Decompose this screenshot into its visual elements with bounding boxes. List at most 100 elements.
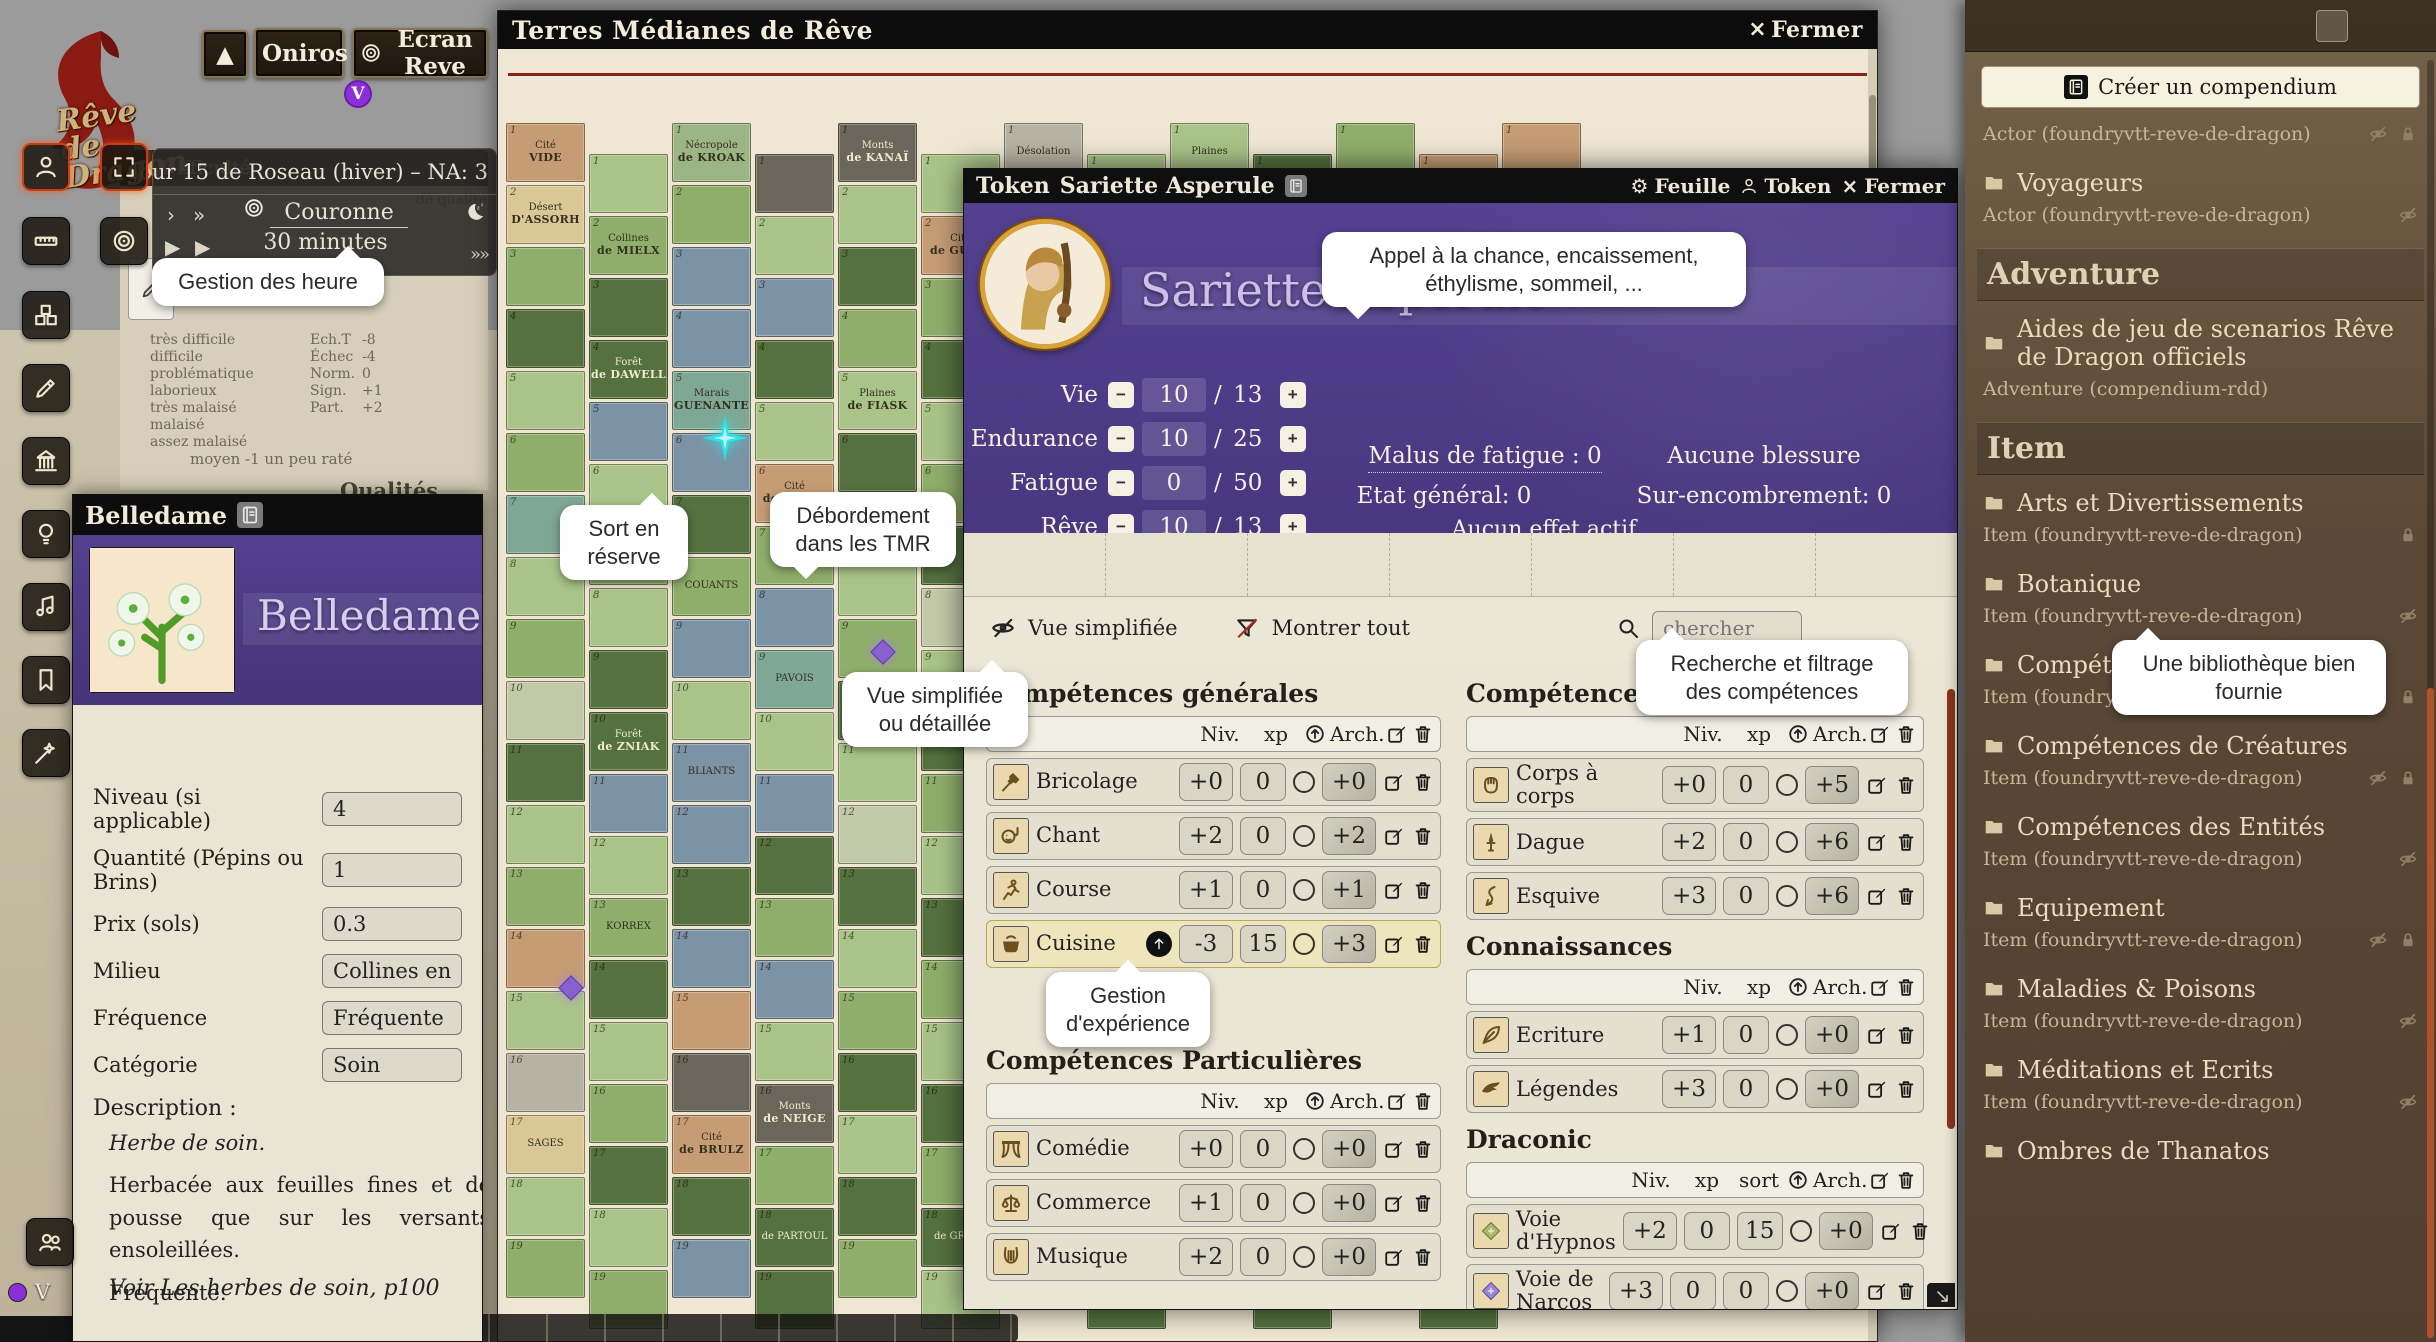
- map-close-button[interactable]: ×Fermer: [1748, 17, 1863, 43]
- eye-slash-icon[interactable]: [2398, 606, 2418, 626]
- tmr-cell[interactable]: 17: [838, 1115, 917, 1174]
- tmr-cell[interactable]: 16Montsde NEIGE: [755, 1084, 834, 1143]
- eye-slash-icon[interactable]: [2398, 849, 2418, 869]
- field-input[interactable]: [322, 1048, 462, 1082]
- compendium-folder[interactable]: Compétences des Entités: [1977, 799, 2424, 843]
- trash-icon[interactable]: [1895, 885, 1917, 907]
- skill-row[interactable]: Comédie +0 0 +0: [986, 1125, 1441, 1173]
- skill-xp-input[interactable]: 0: [1240, 817, 1286, 855]
- tmr-cell[interactable]: 10: [506, 681, 585, 740]
- import-book-icon[interactable]: [237, 502, 263, 528]
- skill-xp-input[interactable]: 0: [1723, 1016, 1769, 1054]
- skill-niv-input[interactable]: +2: [1662, 823, 1716, 861]
- tmr-cell[interactable]: 12: [589, 836, 668, 895]
- skill-roll-circle[interactable]: [1293, 825, 1315, 847]
- tmr-cell[interactable]: 18: [838, 1177, 917, 1236]
- tmr-cell[interactable]: 1CitéVIDE: [506, 123, 585, 182]
- skill-niv-input[interactable]: -3: [1179, 925, 1233, 963]
- tmr-cell[interactable]: 13: [672, 867, 751, 926]
- tmr-cell[interactable]: 15: [672, 991, 751, 1050]
- tmr-cell[interactable]: 11: [506, 743, 585, 802]
- sheet-tab[interactable]: [1389, 533, 1531, 596]
- edit-icon[interactable]: [1866, 1078, 1888, 1100]
- tmr-cell[interactable]: 18de PARTOUL: [755, 1208, 834, 1267]
- skill-roll-circle[interactable]: [1776, 885, 1798, 907]
- field-input[interactable]: [322, 907, 462, 941]
- tmr-cell[interactable]: 12: [838, 805, 917, 864]
- skill-niv-input[interactable]: +2: [1179, 1238, 1233, 1276]
- tmr-cell[interactable]: 1: [755, 154, 834, 213]
- sheet-scrollbar[interactable]: [1947, 689, 1955, 1129]
- edit-icon[interactable]: [1383, 825, 1405, 847]
- eye-slash-icon[interactable]: [2368, 930, 2388, 950]
- lock-icon[interactable]: [2398, 124, 2418, 144]
- tmr-cell[interactable]: 1Montsde KANAÏ: [838, 123, 917, 182]
- skill-sort-input[interactable]: 0: [1723, 1272, 1769, 1309]
- skill-niv-input[interactable]: +2: [1179, 817, 1233, 855]
- sheet-close-button[interactable]: × Fermer: [1841, 174, 1945, 198]
- skill-row[interactable]: Corps à corps +0 0 +5: [1466, 758, 1924, 812]
- stat-minus-button[interactable]: −: [1108, 470, 1134, 496]
- compendium-pack[interactable]: Adventure (compendium-rdd): [1977, 373, 2424, 410]
- tmr-cell[interactable]: 1: [589, 154, 668, 213]
- players-list-button[interactable]: [26, 1218, 74, 1266]
- lock-icon[interactable]: [2398, 768, 2418, 788]
- calendar-panel[interactable]: Jour 15 de Roseau (hiver) – NA: 3 ⚙ › » …: [152, 148, 497, 276]
- edit-icon[interactable]: [1869, 976, 1891, 998]
- tmr-cell[interactable]: 16: [506, 1053, 585, 1112]
- scene-nav-oniros[interactable]: Oniros: [254, 28, 344, 78]
- skill-row[interactable]: Ecriture +1 0 +0: [1466, 1011, 1924, 1059]
- skill-row[interactable]: Esquive +3 0 +6: [1466, 872, 1924, 920]
- skill-arch-value[interactable]: +0: [1805, 1272, 1859, 1309]
- sheet-tab[interactable]: [964, 533, 1105, 596]
- compendium-folder[interactable]: Arts et Divertissements: [1977, 475, 2424, 519]
- skill-roll-circle[interactable]: [1293, 933, 1315, 955]
- add-skill-icon[interactable]: [1304, 723, 1326, 745]
- belledame-image[interactable]: [89, 547, 235, 693]
- compendium-folder[interactable]: Ombres de Thanatos: [1977, 1123, 2424, 1167]
- filter-slash-icon[interactable]: [1234, 615, 1260, 641]
- show-all-toggle[interactable]: Montrer tout: [1272, 616, 1410, 640]
- tmr-cell[interactable]: 8: [589, 588, 668, 647]
- edit-icon[interactable]: [1866, 1280, 1888, 1302]
- skill-roll-circle[interactable]: [1776, 1280, 1798, 1302]
- field-input[interactable]: [322, 954, 462, 988]
- skill-arch-value[interactable]: +5: [1805, 766, 1859, 804]
- edit-icon[interactable]: [1383, 933, 1405, 955]
- tmr-cell[interactable]: 15: [589, 1022, 668, 1081]
- skill-xp-input[interactable]: 0: [1684, 1212, 1730, 1250]
- tmr-cell[interactable]: 17: [755, 1146, 834, 1205]
- tmr-cell[interactable]: 18: [589, 1208, 668, 1267]
- compendium-folder[interactable]: Voyageurs: [1977, 155, 2424, 199]
- skill-arch-value[interactable]: +0: [1322, 1130, 1376, 1168]
- edit-icon[interactable]: [1383, 771, 1405, 793]
- tmr-cell[interactable]: 5Plainesde FIASK: [838, 371, 917, 430]
- tmr-cell[interactable]: 12: [672, 805, 751, 864]
- edit-icon[interactable]: [1383, 879, 1405, 901]
- edit-icon[interactable]: [1386, 1090, 1408, 1112]
- edit-icon[interactable]: [1880, 1220, 1902, 1242]
- stat-minus-button[interactable]: −: [1108, 382, 1134, 408]
- skill-roll-circle[interactable]: [1790, 1220, 1812, 1242]
- compendium-folder[interactable]: Maladies & Poisons: [1977, 961, 2424, 1005]
- tmr-cell[interactable]: 5: [589, 402, 668, 461]
- stat-current-value[interactable]: 10: [1142, 378, 1206, 412]
- stat-plus-button[interactable]: +: [1280, 426, 1306, 452]
- eye-slash-icon[interactable]: [990, 615, 1016, 641]
- tmr-cell[interactable]: 2Collinesde MIELX: [589, 216, 668, 275]
- tmr-cell[interactable]: 16: [838, 1053, 917, 1112]
- trash-icon[interactable]: [1412, 825, 1434, 847]
- tmr-cell[interactable]: 18: [672, 1177, 751, 1236]
- scene-nav-collapse-button[interactable]: ▲: [202, 30, 248, 78]
- skill-sort-input[interactable]: 15: [1737, 1212, 1783, 1250]
- tmr-cell[interactable]: 19: [838, 1239, 917, 1298]
- skill-niv-input[interactable]: +3: [1609, 1272, 1663, 1309]
- tmr-cell[interactable]: 17Citéde BRULZ: [672, 1115, 751, 1174]
- trash-icon[interactable]: [1412, 1090, 1434, 1112]
- skill-xp-input[interactable]: 0: [1240, 1238, 1286, 1276]
- token-config-button[interactable]: Token: [1740, 174, 1831, 198]
- tmr-cell[interactable]: 9: [589, 650, 668, 709]
- skill-niv-input[interactable]: +1: [1179, 1184, 1233, 1222]
- trash-icon[interactable]: [1895, 976, 1917, 998]
- tmr-cell[interactable]: 15: [838, 991, 917, 1050]
